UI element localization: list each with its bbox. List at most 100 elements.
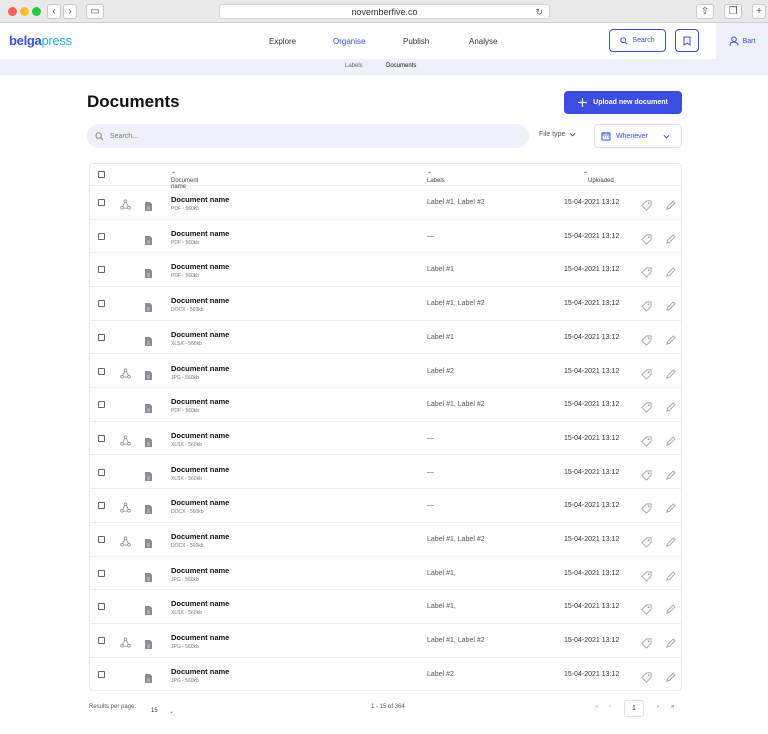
- last-page-icon[interactable]: »: [671, 704, 674, 710]
- row-checkbox[interactable]: [98, 367, 105, 375]
- table-row[interactable]: Document name XLSX - 560kb — 15-04-2021 13:…: [90, 456, 681, 490]
- address-bar[interactable]: novemberfive.co ↻: [219, 4, 550, 19]
- table-row[interactable]: Document name DOCX - 560kb Label #1, Label…: [90, 287, 681, 321]
- document-name[interactable]: Document name: [171, 397, 229, 406]
- document-name[interactable]: Document name: [171, 431, 229, 440]
- edit-icon[interactable]: [665, 198, 676, 210]
- document-name[interactable]: Document name: [171, 667, 229, 676]
- select-all-checkbox[interactable]: [98, 171, 105, 178]
- edit-icon[interactable]: [665, 670, 676, 682]
- row-checkbox[interactable]: [98, 603, 105, 611]
- tag-icon[interactable]: [641, 636, 652, 649]
- bookmark-button[interactable]: [675, 29, 699, 52]
- column-uploaded[interactable]: ⌃ Uploaded: [583, 171, 614, 184]
- tabs-icon[interactable]: ❐: [724, 4, 742, 19]
- first-page-icon[interactable]: «: [595, 704, 598, 710]
- document-name[interactable]: Document name: [171, 229, 229, 238]
- row-checkbox[interactable]: [98, 401, 105, 409]
- column-labels[interactable]: Labels ⌃: [427, 171, 445, 184]
- minimize-window-button[interactable]: [20, 7, 29, 16]
- tag-icon[interactable]: [641, 602, 652, 616]
- edit-icon[interactable]: [665, 501, 676, 514]
- document-name[interactable]: Document name: [171, 364, 229, 373]
- table-row[interactable]: Document name JPG - 560kb Label #2 15-04-20…: [90, 658, 681, 692]
- search-button[interactable]: Search: [609, 29, 666, 52]
- tag-icon[interactable]: [641, 434, 652, 447]
- zoom-window-button[interactable]: [32, 7, 41, 16]
- table-row[interactable]: Document name JPG - 560kb Label #1, Label …: [90, 624, 681, 658]
- document-name[interactable]: Document name: [171, 262, 229, 271]
- document-name[interactable]: Document name: [171, 296, 229, 305]
- table-row[interactable]: Document name XLSX - 560kb Label #1 15-04-2…: [90, 321, 681, 355]
- new-tab-icon[interactable]: +: [752, 4, 766, 19]
- row-checkbox[interactable]: [98, 266, 105, 274]
- edit-icon[interactable]: [665, 468, 676, 480]
- tag-icon[interactable]: [641, 198, 652, 211]
- document-name[interactable]: Document name: [171, 633, 229, 642]
- nav-explore[interactable]: Explore: [269, 37, 296, 46]
- document-name[interactable]: Document name: [171, 195, 229, 204]
- table-row[interactable]: Document name PDF - 560kb Label #1 15-04-20…: [90, 253, 681, 287]
- document-name[interactable]: Document name: [171, 532, 229, 541]
- tag-icon[interactable]: [641, 299, 652, 312]
- tag-icon[interactable]: [641, 367, 652, 380]
- row-checkbox[interactable]: [98, 300, 105, 308]
- table-row[interactable]: Document name DOCX - 560kb — 15-04-2021 13:…: [90, 489, 681, 523]
- table-row[interactable]: Document name DOCX - 560kb Label #1, Label…: [90, 523, 681, 557]
- table-row[interactable]: Document name XLSX - 560kb Label #1, 15-04-…: [90, 590, 681, 624]
- document-name[interactable]: Document name: [171, 498, 229, 507]
- sidebar-toggle-button[interactable]: ▭: [86, 4, 104, 19]
- subnav-documents[interactable]: Documents: [386, 63, 416, 69]
- share-icon[interactable]: ⇧: [696, 4, 714, 19]
- row-checkbox[interactable]: [98, 536, 105, 543]
- previous-page-icon[interactable]: ‹: [609, 704, 611, 710]
- tag-icon[interactable]: [641, 670, 652, 683]
- tag-icon[interactable]: [641, 265, 652, 279]
- edit-icon[interactable]: [665, 299, 676, 311]
- tag-icon[interactable]: [641, 400, 652, 413]
- subnav-labels[interactable]: Labels: [345, 63, 363, 69]
- edit-icon[interactable]: [665, 434, 676, 446]
- row-checkbox[interactable]: [98, 468, 105, 476]
- next-page-icon[interactable]: ›: [657, 704, 659, 710]
- table-row[interactable]: Document name PDF - 560kb Label #1, Label …: [90, 388, 681, 422]
- document-name[interactable]: Document name: [171, 599, 229, 608]
- document-name[interactable]: Document name: [171, 330, 229, 339]
- tag-icon[interactable]: [641, 535, 652, 548]
- back-button[interactable]: ‹: [47, 4, 61, 19]
- table-row[interactable]: Document name PDF - 560kb — 15-04-2021 13:1…: [90, 220, 681, 254]
- user-menu[interactable]: Bart: [716, 23, 768, 59]
- document-name[interactable]: Document name: [171, 566, 229, 575]
- row-checkbox[interactable]: [98, 434, 105, 442]
- tag-icon[interactable]: [641, 501, 652, 514]
- table-row[interactable]: Document name PDF - 560kb Label #1, Label …: [90, 186, 681, 220]
- row-checkbox[interactable]: [98, 232, 105, 240]
- current-page[interactable]: 1: [624, 700, 644, 717]
- row-checkbox[interactable]: [98, 569, 105, 577]
- belgapress-logo[interactable]: belgapress: [9, 33, 72, 48]
- upload-document-button[interactable]: Upload new document: [564, 91, 682, 114]
- tag-icon[interactable]: [641, 333, 652, 346]
- edit-icon[interactable]: [665, 333, 676, 345]
- edit-icon[interactable]: [665, 232, 676, 244]
- tag-icon[interactable]: [641, 468, 652, 481]
- nav-organise[interactable]: Organise: [333, 37, 365, 46]
- edit-icon[interactable]: [665, 602, 676, 615]
- reload-icon[interactable]: ↻: [535, 5, 543, 19]
- nav-publish[interactable]: Publish: [403, 37, 429, 46]
- table-row[interactable]: Document name JPG - 560kb Label #2 15-04-20…: [90, 355, 681, 389]
- edit-icon[interactable]: [665, 569, 676, 581]
- document-name[interactable]: Document name: [171, 465, 229, 474]
- table-row[interactable]: Document name JPG - 560kb Label #1, 15-04-2…: [90, 557, 681, 591]
- close-window-button[interactable]: [8, 7, 17, 16]
- row-checkbox[interactable]: [98, 637, 105, 645]
- edit-icon[interactable]: [665, 400, 676, 413]
- edit-icon[interactable]: [665, 265, 676, 278]
- forward-button[interactable]: ›: [63, 4, 77, 19]
- tag-icon[interactable]: [641, 569, 652, 582]
- nav-analyse[interactable]: Analyse: [469, 37, 497, 46]
- row-checkbox[interactable]: [98, 199, 105, 206]
- column-document-name[interactable]: Document name ⌃: [171, 171, 198, 190]
- row-checkbox[interactable]: [98, 333, 105, 341]
- edit-icon[interactable]: [665, 636, 676, 648]
